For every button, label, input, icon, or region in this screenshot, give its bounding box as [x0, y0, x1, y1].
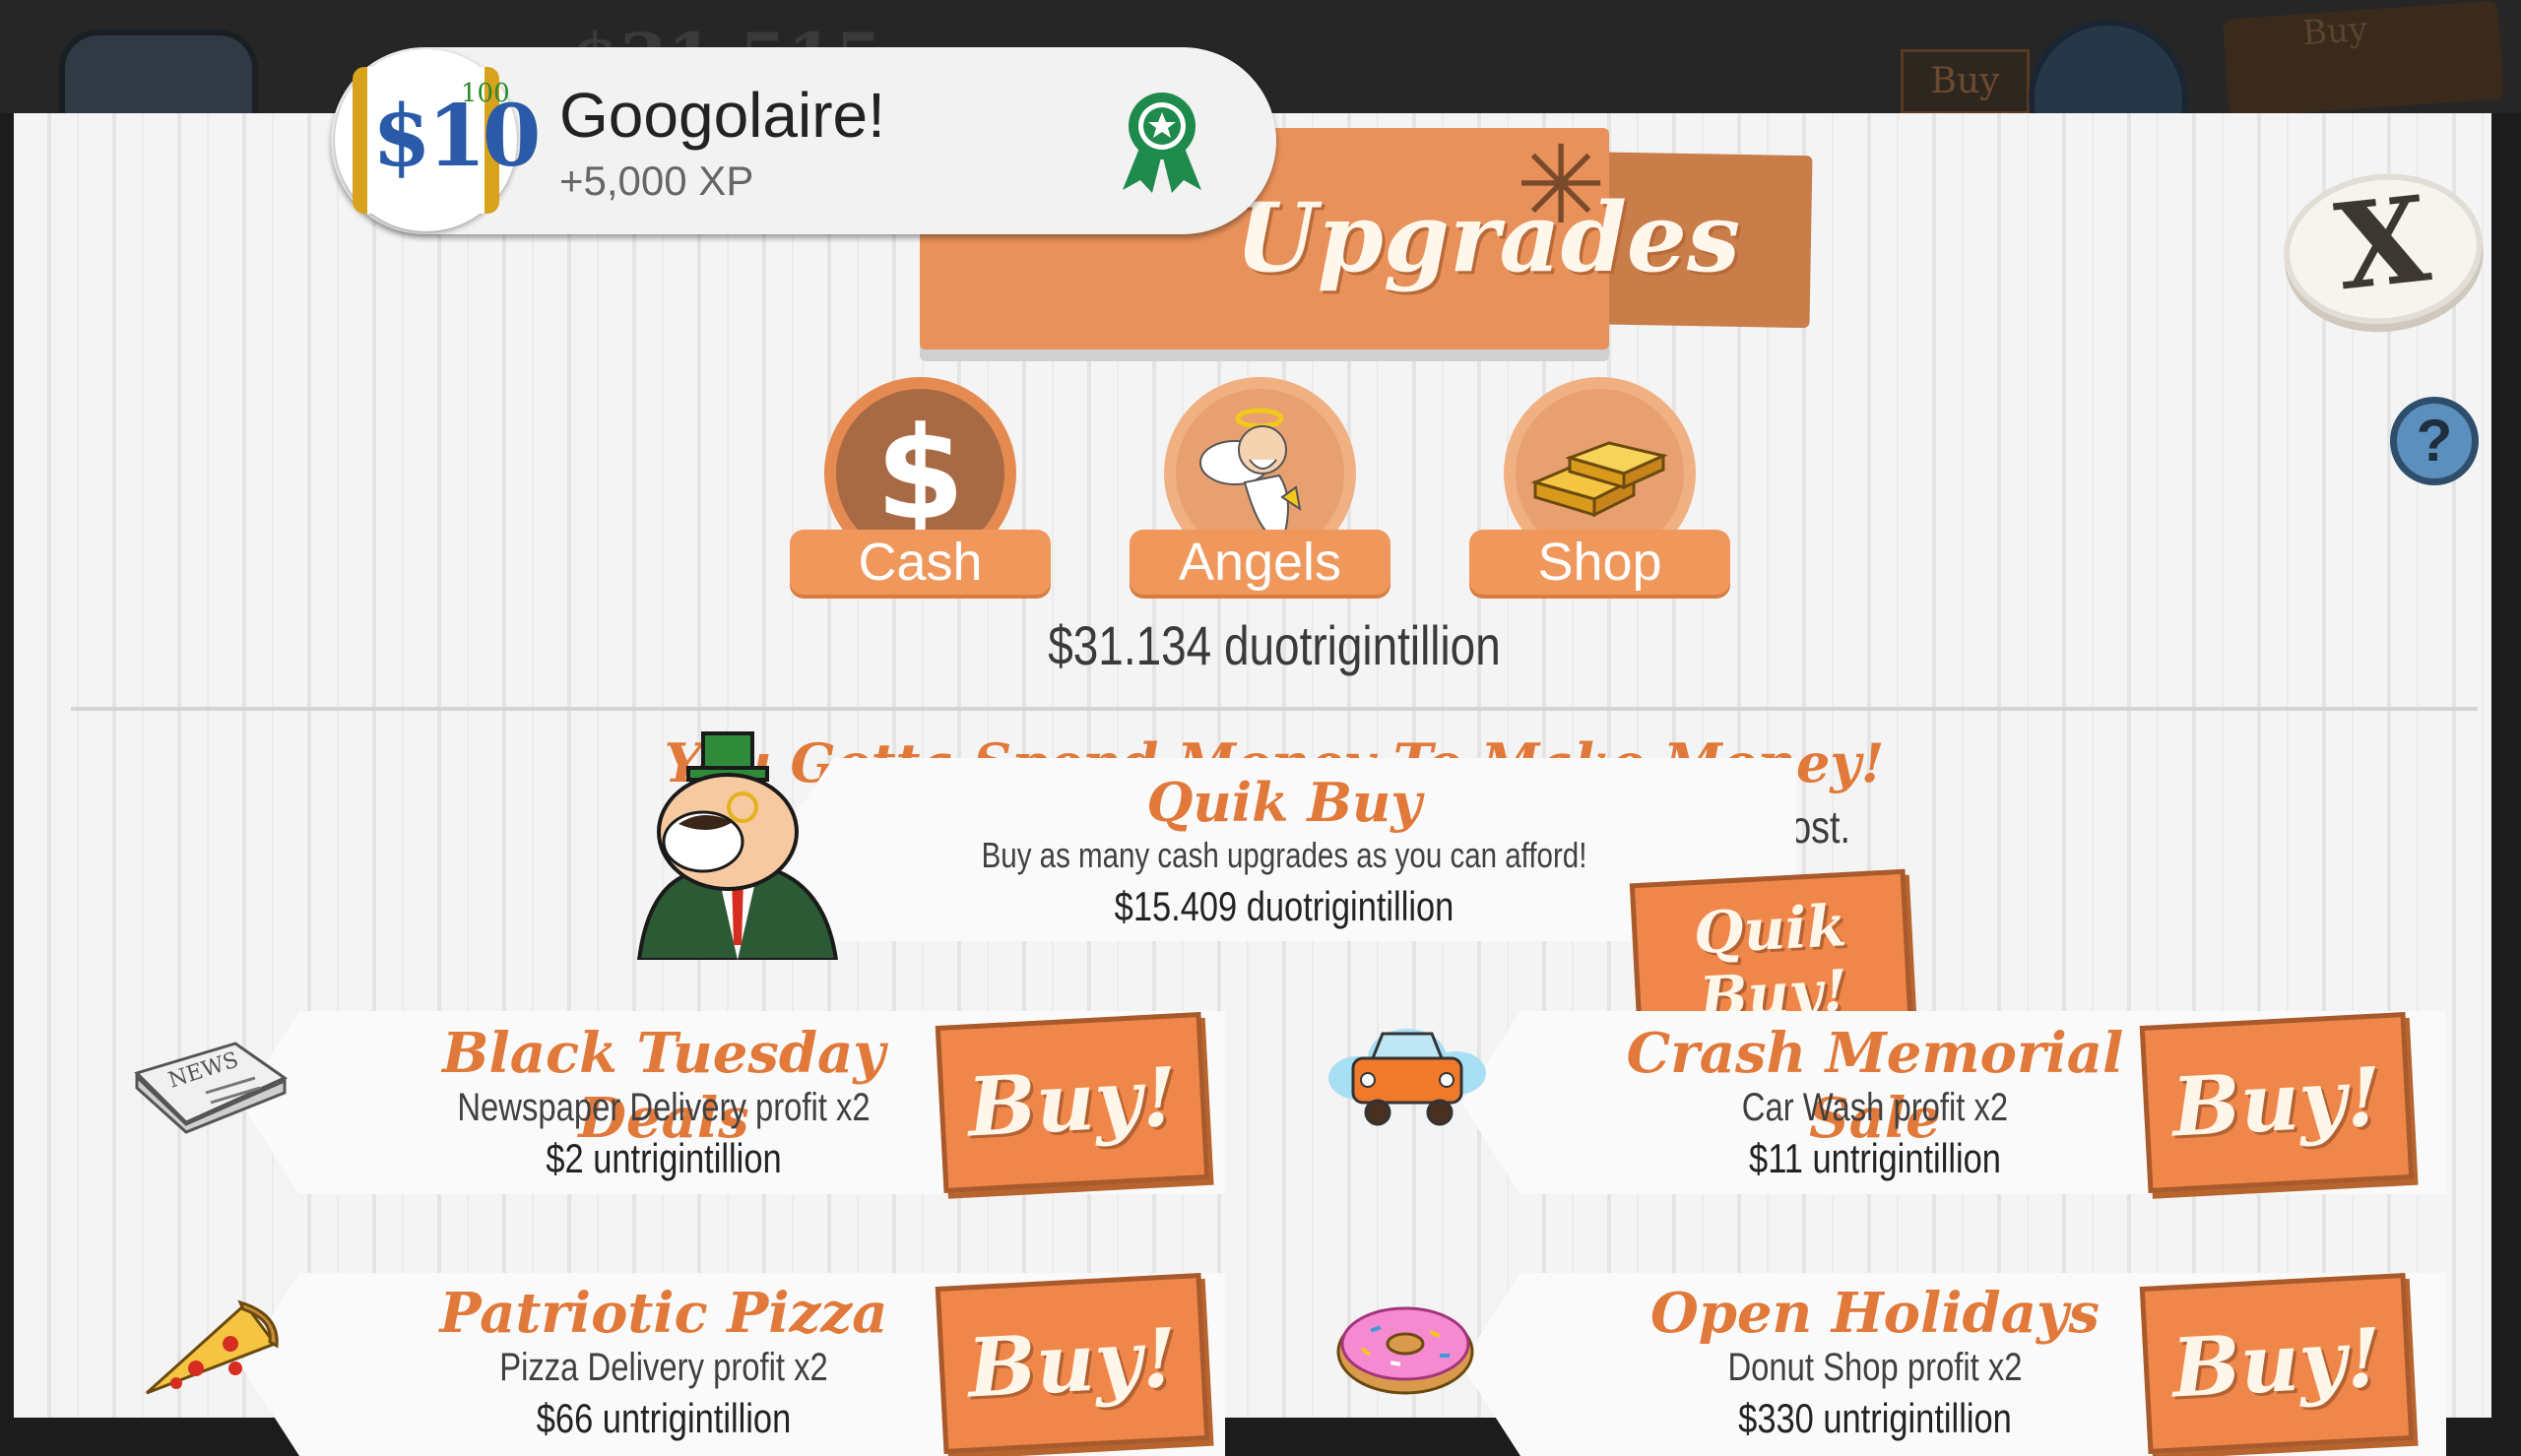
background-buy-tag: Buy	[2222, 0, 2505, 118]
tab-cash-label: Cash	[790, 530, 1051, 595]
divider	[71, 707, 2478, 711]
dollar-icon: $	[875, 399, 965, 548]
quik-buy-title: Quik Buy	[1146, 771, 1422, 834]
upgrades-panel: Upgrades ✳ X ? $ Cash Angels Shop $31.13…	[14, 113, 2491, 1456]
cash-balance: $31.134 duotrigintillion	[1048, 614, 1501, 676]
upgrade-description: Newspaper Delivery profit x2	[457, 1086, 871, 1129]
buy-button[interactable]: Buy!	[2139, 1012, 2415, 1193]
upgrade-price: $11 untrigintillion	[1749, 1135, 2001, 1181]
close-button[interactable]: X	[2276, 163, 2490, 335]
background-buy-button: Buy	[1901, 49, 2030, 114]
upgrade-price: $66 untrigintillion	[536, 1395, 792, 1441]
upgrade-price: $330 untrigintillion	[1738, 1395, 2012, 1441]
upgrade-description: Pizza Delivery profit x2	[499, 1346, 828, 1389]
quik-buy-button-line1: Quik	[1692, 892, 1848, 968]
tab-shop-label: Shop	[1469, 530, 1730, 595]
award-ribbon-icon	[1123, 93, 1201, 193]
sparkle-icon: ✳	[1516, 122, 1607, 248]
buy-button[interactable]: Buy!	[935, 1273, 1210, 1454]
tab-angels-label: Angels	[1130, 530, 1390, 595]
upgrade-description: Donut Shop profit x2	[1727, 1346, 2023, 1389]
achievement-title: Googolaire!	[559, 80, 885, 151]
upgrade-title: Patriotic Pizza	[439, 1281, 888, 1346]
help-button[interactable]: ?	[2390, 397, 2479, 485]
tab-angels[interactable]: Angels	[1130, 377, 1390, 595]
quik-buy-description: Buy as many cash upgrades as you can aff…	[981, 835, 1587, 875]
page-title: Upgrades	[1235, 182, 1740, 293]
quik-buy-price: $15.409 duotrigintillion	[1114, 883, 1454, 929]
donut-icon	[1336, 1306, 1474, 1395]
badge-amount: $10	[372, 87, 542, 186]
tab-cash[interactable]: $ Cash	[790, 377, 1051, 595]
buy-button[interactable]: Buy!	[2139, 1273, 2415, 1454]
badge-frame: $10 100	[353, 67, 542, 214]
tab-shop[interactable]: Shop	[1469, 377, 1730, 595]
capitalist-mascot-icon	[636, 731, 839, 960]
upgrade-title: Open Holidays	[1649, 1281, 2101, 1346]
car-wash-icon	[1328, 1029, 1486, 1126]
upgrade-description: Car Wash profit x2	[1741, 1086, 2009, 1129]
badge-superscript: 100	[461, 79, 510, 108]
upgrade-price: $2 untrigintillion	[546, 1135, 782, 1181]
newspaper-icon: NEWS	[134, 1042, 289, 1134]
achievement-xp: +5,000 XP	[559, 158, 754, 204]
achievement-badge: $10 100	[335, 49, 542, 231]
buy-button[interactable]: Buy!	[935, 1012, 1210, 1193]
pizza-icon	[145, 1299, 279, 1395]
